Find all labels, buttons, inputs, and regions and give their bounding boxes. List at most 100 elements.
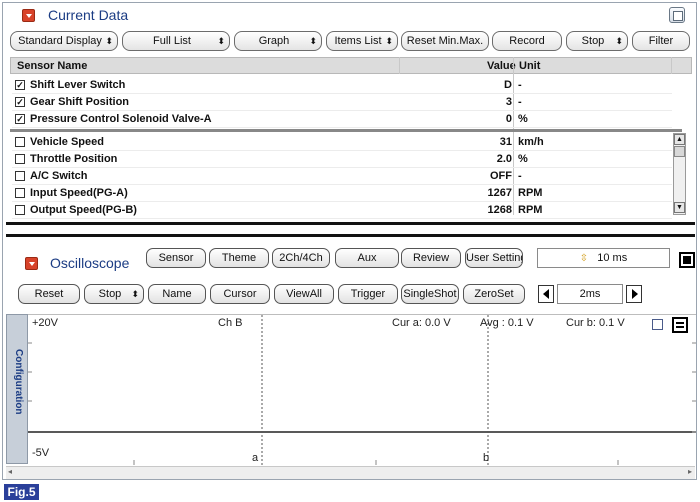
scroll-up-icon[interactable]: ▲ [674, 134, 685, 145]
osc-button-label: Trigger [350, 288, 386, 300]
osc-trigger-button[interactable]: Trigger [338, 284, 398, 304]
toolbar-stop-button[interactable]: Stop ⬍ [566, 31, 628, 51]
osc-sensor-button[interactable]: Sensor [146, 248, 206, 268]
toolbar-record-button[interactable]: Record [492, 31, 562, 51]
toolbar-filter-button[interactable]: Filter [632, 31, 690, 51]
osc-name-button[interactable]: Name [148, 284, 206, 304]
osc-theme-button[interactable]: Theme [209, 248, 269, 268]
osc-button-label: ZeroSet [474, 288, 514, 300]
sensor-name: Input Speed(PG-A) [30, 187, 128, 199]
panel-divider [6, 234, 695, 237]
row-checkbox[interactable] [15, 137, 25, 147]
table-row[interactable]: Vehicle Speed 31 km/h [12, 134, 672, 151]
sensor-value: 1268 [487, 204, 512, 216]
stop-recording-icon[interactable] [679, 252, 695, 268]
sensor-unit: - [518, 96, 522, 108]
sensor-name: Gear Shift Position [30, 96, 130, 108]
sensor-unit: RPM [518, 204, 543, 216]
dropdown-arrow-icon: ⬍ [131, 289, 139, 299]
toolbar-items-list-button[interactable]: Items List ⬍ [326, 31, 398, 51]
table-row[interactable]: A/C Switch OFF - [12, 168, 672, 185]
toolbar-graph-button[interactable]: Graph ⬍ [234, 31, 322, 51]
oscilloscope-plot[interactable]: +20V Ch B Cur a: 0.0 V Avg : 0.1 V Cur b… [28, 314, 696, 465]
osc-button-label: Reset [34, 288, 64, 300]
osc-2ch-4ch-button[interactable]: 2Ch/4Ch [272, 248, 330, 268]
horizontal-scrollbar[interactable]: ◂ ▸ [6, 466, 695, 479]
cursor-b-marker[interactable]: b [483, 452, 489, 464]
row-checkbox[interactable]: ✓ [15, 97, 25, 107]
sensor-value: 2.0 [496, 153, 512, 165]
row-checkbox[interactable]: ✓ [15, 80, 25, 90]
dropdown-arrow-icon: ⬍ [217, 36, 225, 46]
table-row[interactable]: Input Speed(PG-A) 1267 RPM [12, 185, 672, 202]
osc-review-button[interactable]: Review [401, 248, 461, 268]
osc-aux-button[interactable]: Aux [335, 248, 399, 268]
window-restore-icon[interactable] [669, 7, 685, 23]
plot-menu-icon[interactable] [672, 317, 688, 333]
sensor-value: 31 [499, 136, 512, 148]
plot-channel-label: Ch B [218, 317, 243, 329]
osc-stop-button[interactable]: Stop ⬍ [84, 284, 144, 304]
step-value-display[interactable]: 2ms [557, 284, 623, 304]
row-checkbox[interactable] [15, 171, 25, 181]
plot-option-checkbox[interactable] [652, 319, 663, 330]
row-checkbox[interactable] [15, 188, 25, 198]
dropdown-arrow-icon: ⬍ [105, 36, 113, 46]
step-right-icon[interactable] [626, 285, 642, 303]
table-header: Sensor Name Value Unit [10, 57, 692, 74]
row-checkbox[interactable] [15, 154, 25, 164]
toolbar-button-label: Filter [648, 35, 674, 47]
toolbar-standard-display-button[interactable]: Standard Display ⬍ [10, 31, 118, 51]
fixed-rows-separator [10, 129, 682, 132]
toolbar-reset-min-max-button[interactable]: Reset Min.Max. [401, 31, 489, 51]
sensor-unit: % [518, 153, 528, 165]
time-div-display[interactable]: ⇳ 10 ms [537, 248, 670, 268]
step-left-icon[interactable] [538, 285, 554, 303]
osc-button-label: SingleShot [403, 288, 457, 300]
plot-top-label: +20V [32, 317, 58, 329]
dropdown-arrow-icon: ⬍ [615, 36, 623, 46]
table-row[interactable]: Output Speed(PG-B) 1268 RPM [12, 202, 672, 219]
configuration-tab[interactable]: Configuration [6, 314, 28, 464]
sensor-name: Vehicle Speed [30, 136, 104, 148]
scroll-left-icon[interactable]: ◂ [8, 467, 12, 476]
vertical-scrollbar[interactable]: ▲ ▼ [673, 133, 686, 215]
panel-divider [6, 222, 695, 225]
figure-label: Fig.5 [4, 484, 39, 500]
osc-user-setting-button[interactable]: User Setting [465, 248, 523, 268]
column-divider [399, 57, 400, 74]
column-divider [671, 57, 672, 74]
plot-grid [28, 315, 696, 465]
osc-viewall-button[interactable]: ViewAll [274, 284, 334, 304]
table-row[interactable]: ✓ Gear Shift Position 3- [12, 94, 672, 111]
osc-button-label: ViewAll [286, 288, 322, 300]
table-row[interactable]: ✓ Pressure Control Solenoid Valve-A 0% [12, 111, 672, 128]
row-checkbox[interactable]: ✓ [15, 114, 25, 124]
sensor-unit: RPM [518, 187, 543, 199]
row-checkbox[interactable] [15, 205, 25, 215]
osc-button-label: Cursor [223, 288, 257, 300]
table-row[interactable]: Throttle Position 2.0% [12, 151, 672, 168]
toolbar-button-label: Stop [581, 35, 605, 47]
osc-zeroset-button[interactable]: ZeroSet [463, 284, 525, 304]
cursor-a-marker[interactable]: a [252, 452, 258, 464]
scroll-down-icon[interactable]: ▼ [674, 202, 685, 213]
table-row[interactable]: ✓ Shift Lever Switch D - [12, 77, 672, 94]
sensor-value: 0 [505, 113, 512, 125]
collapse-icon[interactable] [25, 257, 38, 270]
toolbar-button-label: Reset Min.Max. [406, 35, 484, 47]
toolbar-full-list-button[interactable]: Full List ⬍ [122, 31, 230, 51]
collapse-icon[interactable] [22, 9, 35, 22]
osc-reset-button[interactable]: Reset [18, 284, 80, 304]
osc-singleshot-button[interactable]: SingleShot [401, 284, 459, 304]
configuration-tab-label: Configuration [13, 349, 24, 415]
current-data-title: Current Data [48, 7, 129, 23]
scroll-right-icon[interactable]: ▸ [688, 467, 692, 476]
oscilloscope-title: Oscilloscope [50, 255, 130, 271]
osc-button-label: Stop [98, 288, 122, 300]
plot-bottom-label: -5V [32, 447, 50, 459]
sensor-unit: - [518, 79, 522, 91]
scroll-thumb[interactable] [674, 146, 685, 157]
osc-cursor-button[interactable]: Cursor [210, 284, 270, 304]
time-div-value: 10 ms [597, 252, 628, 264]
